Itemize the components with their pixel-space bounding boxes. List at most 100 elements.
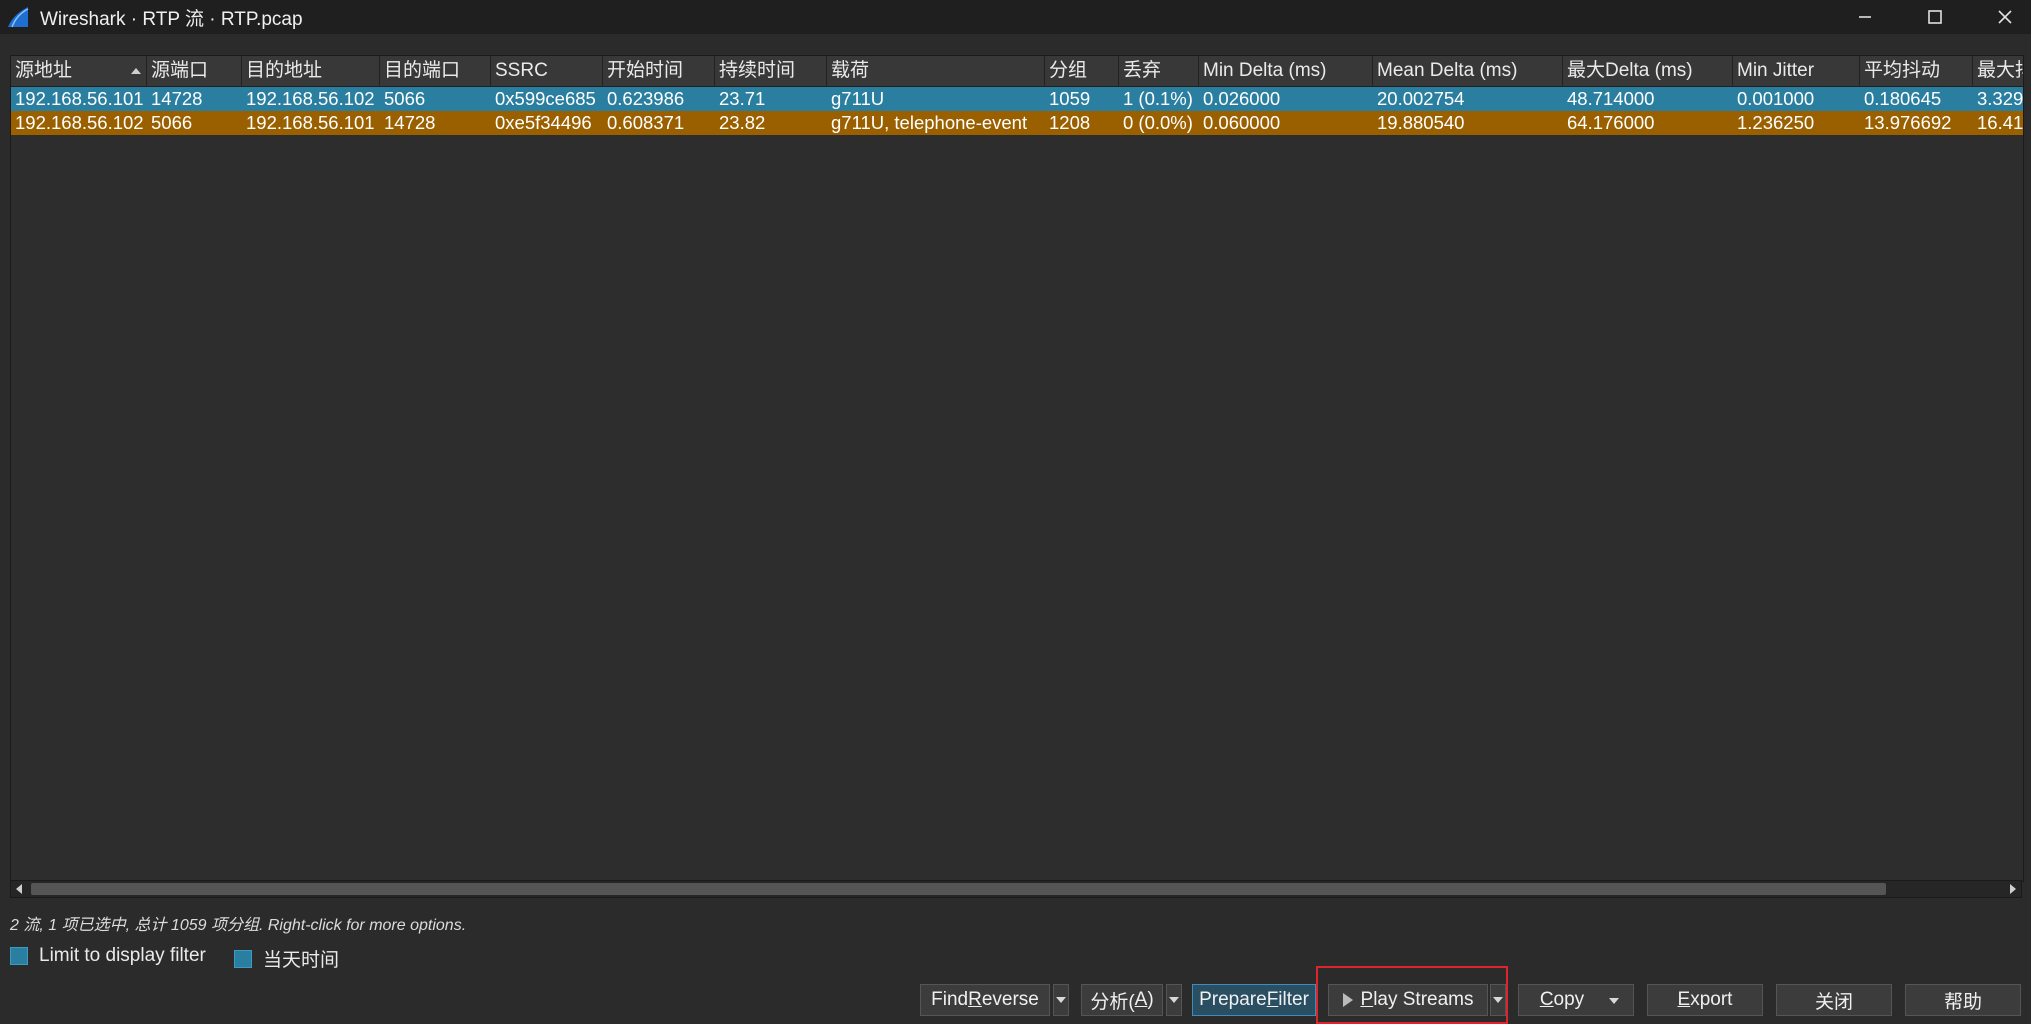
maximize-button[interactable] (1900, 0, 1970, 34)
annotation-highlight-box (1316, 966, 1508, 1024)
rtp-streams-window: Wireshark · RTP 流 · RTP.pcap 源地址 源端口 目的地… (0, 0, 2031, 1024)
cell-dst-addr: 192.168.56.101 (246, 112, 375, 133)
cell-lost: 1 (0.1%) (1123, 88, 1193, 109)
table-row[interactable]: 192.168.56.102 5066 192.168.56.101 14728… (11, 111, 2023, 135)
column-header-src-addr[interactable]: 源地址 (11, 56, 147, 86)
prepare-filter-mnemonic: F (1266, 989, 1279, 1010)
cell-start-time: 0.608371 (607, 112, 685, 133)
cell-max-delta: 64.176000 (1567, 112, 1655, 133)
cell-payload: g711U, telephone-event (831, 112, 1028, 133)
analyze-label-b: ) (1147, 989, 1154, 1010)
column-header-mean-jitter[interactable]: 平均抖动 (1860, 56, 1973, 86)
table-row[interactable]: 192.168.56.101 14728 192.168.56.102 5066… (11, 87, 2023, 111)
column-header-min-jitter[interactable]: Min Jitter (1733, 56, 1860, 86)
cell-min-delta: 0.026000 (1203, 88, 1281, 109)
column-header-start-time[interactable]: 开始时间 (603, 56, 715, 86)
cell-src-addr: 192.168.56.101 (15, 88, 144, 109)
copy-label-b: opy (1553, 989, 1585, 1010)
column-header-mean-delta[interactable]: Mean Delta (ms) (1373, 56, 1563, 86)
analyze-dropdown[interactable] (1166, 984, 1182, 1016)
column-header-dst-port[interactable]: 目的端口 (380, 56, 491, 86)
help-button[interactable]: 帮助 (1905, 984, 2021, 1016)
cell-mean-delta: 19.880540 (1377, 112, 1465, 133)
column-header-lost[interactable]: 丢弃 (1119, 56, 1199, 86)
chevron-down-icon (1169, 997, 1179, 1003)
limit-display-filter-label: Limit to display filter (39, 945, 206, 966)
close-button[interactable]: 关闭 (1776, 984, 1892, 1016)
minimize-button[interactable] (1830, 0, 1900, 34)
window-title: Wireshark · RTP 流 · RTP.pcap (40, 8, 303, 30)
sort-ascending-icon (131, 68, 141, 74)
column-header-duration[interactable]: 持续时间 (715, 56, 827, 86)
limit-display-filter-checkbox[interactable]: Limit to display filter (10, 945, 206, 967)
wireshark-fin-icon (8, 7, 29, 28)
cell-ssrc: 0xe5f34496 (495, 112, 592, 133)
horizontal-scrollbar[interactable] (10, 880, 2022, 898)
cell-packets: 1208 (1049, 112, 1091, 133)
checkbox-box[interactable] (10, 947, 28, 965)
cell-min-delta: 0.060000 (1203, 112, 1281, 133)
cell-lost: 0 (0.0%) (1123, 112, 1193, 133)
export-label-b: xport (1690, 989, 1733, 1010)
cell-mean-jitter: 0.180645 (1864, 88, 1942, 109)
column-header-dst-addr[interactable]: 目的地址 (242, 56, 380, 86)
checkbox-box[interactable] (234, 949, 252, 968)
cell-payload: g711U (831, 88, 885, 109)
column-header-ssrc[interactable]: SSRC (491, 56, 603, 86)
arrow-right-icon (2010, 884, 2016, 894)
cell-start-time: 0.623986 (607, 88, 685, 109)
cell-packets: 1059 (1049, 88, 1091, 109)
find-reverse-label-a: Find (931, 989, 969, 1010)
analyze-button[interactable]: 分析(A) (1081, 984, 1163, 1016)
cell-src-port: 14728 (151, 88, 203, 109)
chevron-down-icon (1609, 998, 1619, 1004)
prepare-filter-label-a: Prepare (1199, 989, 1267, 1010)
status-hint: 2 流, 1 项已选中, 总计 1059 项分组. Right-click fo… (10, 917, 467, 934)
cell-max-delta: 48.714000 (1567, 88, 1655, 109)
prepare-filter-button[interactable]: Prepare Filter (1192, 984, 1316, 1016)
close-window-button[interactable] (1970, 0, 2031, 34)
scrollbar-thumb[interactable] (31, 883, 1886, 895)
find-reverse-dropdown[interactable] (1053, 984, 1069, 1016)
cell-max-jitter: 16.41 (1977, 112, 2023, 133)
column-header-max-jitter[interactable]: 最大抖 (1973, 56, 2023, 86)
title-bar[interactable]: Wireshark · RTP 流 · RTP.pcap (0, 0, 2031, 34)
table-header: 源地址 源端口 目的地址 目的端口 SSRC 开始时间 持续时间 载荷 分组 丢… (11, 56, 2023, 87)
table-body: 192.168.56.101 14728 192.168.56.102 5066… (11, 87, 2023, 135)
find-reverse-button[interactable]: Find Reverse (920, 984, 1050, 1016)
cell-max-jitter: 3.329 (1977, 88, 2023, 109)
column-header-max-delta[interactable]: 最大Delta (ms) (1563, 56, 1733, 86)
export-button[interactable]: Export (1647, 984, 1763, 1016)
column-header-payload[interactable]: 载荷 (827, 56, 1045, 86)
cell-ssrc: 0x599ce685 (495, 88, 596, 109)
find-reverse-mnemonic: R (968, 989, 982, 1010)
find-reverse-label-b: everse (981, 989, 1039, 1010)
cell-dst-addr: 192.168.56.102 (246, 88, 375, 109)
cell-src-port: 5066 (151, 112, 193, 133)
analyze-mnemonic: A (1134, 989, 1148, 1010)
cell-src-addr: 192.168.56.102 (15, 112, 144, 133)
cell-mean-jitter: 13.976692 (1864, 112, 1952, 133)
analyze-label-a: 分析( (1090, 991, 1135, 1013)
cell-dst-port: 5066 (384, 88, 426, 109)
column-header-src-port[interactable]: 源端口 (147, 56, 242, 86)
close-icon (1998, 10, 2012, 24)
cell-min-jitter: 1.236250 (1737, 112, 1815, 133)
copy-mnemonic: C (1539, 989, 1554, 1010)
time-of-day-label: 当天时间 (263, 950, 340, 971)
minimize-icon (1859, 16, 1871, 18)
scroll-left-button[interactable] (11, 881, 27, 897)
arrow-left-icon (16, 884, 22, 894)
copy-button[interactable]: Copy (1518, 984, 1634, 1016)
cell-duration: 23.71 (719, 88, 766, 109)
column-header-min-delta[interactable]: Min Delta (ms) (1199, 56, 1373, 86)
time-of-day-checkbox[interactable]: 当天时间 (234, 945, 339, 972)
column-header-packets[interactable]: 分组 (1045, 56, 1119, 86)
prepare-filter-label-b: ilter (1278, 989, 1309, 1010)
maximize-icon (1928, 10, 1942, 24)
export-mnemonic: E (1677, 989, 1691, 1010)
cell-dst-port: 14728 (384, 112, 436, 133)
scroll-right-button[interactable] (2005, 881, 2021, 897)
chevron-down-icon (1056, 997, 1066, 1003)
rtp-streams-table[interactable]: 源地址 源端口 目的地址 目的端口 SSRC 开始时间 持续时间 载荷 分组 丢… (10, 55, 2024, 882)
